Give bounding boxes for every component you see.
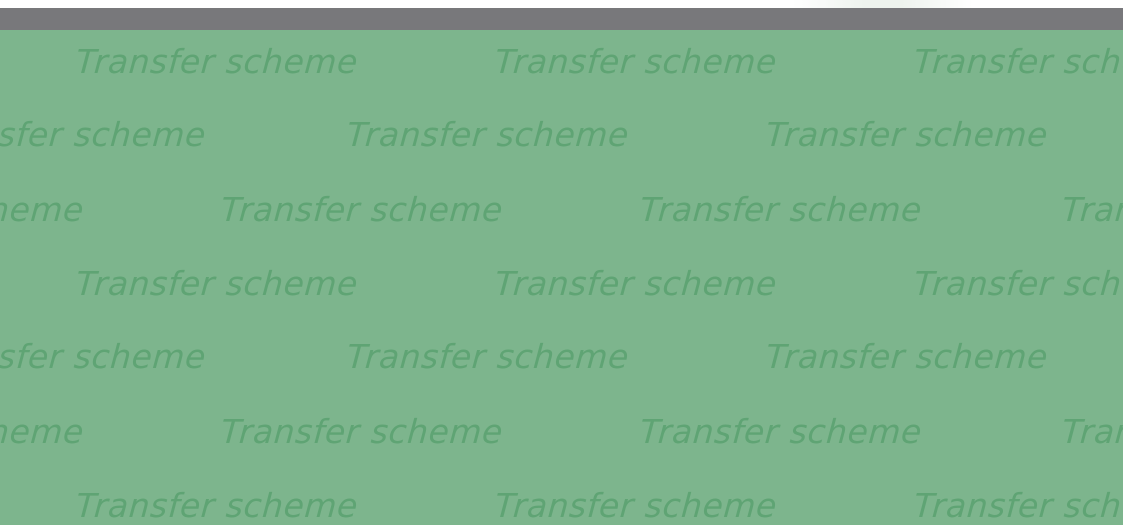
watermark-text: Transfer scheme [0, 337, 208, 376]
watermark-text: Transfer scheme [0, 115, 208, 154]
watermark-text: Transfer scheme [493, 486, 779, 525]
watermark-text: Transfer scheme [638, 190, 924, 229]
top-highlight [793, 0, 973, 8]
watermark-text: Transfer scheme [764, 337, 1050, 376]
watermark-text: Transfer scheme [74, 486, 360, 525]
watermark-text: Transfer scheme [74, 264, 360, 303]
watermark-text: Transfer scheme [0, 412, 86, 451]
watermark-text: Transfer scheme [345, 337, 631, 376]
watermark-text: Transfer scheme [345, 115, 631, 154]
watermark-text: Transfer scheme [1060, 190, 1123, 229]
watermark-text: Transfer scheme [1060, 412, 1123, 451]
watermark-text: Transfer scheme [219, 412, 505, 451]
watermark-text: Transfer scheme [493, 264, 779, 303]
top-grey-bar [0, 8, 1123, 30]
watermark-text: Transfer scheme [74, 42, 360, 81]
watermark-text: Transfer scheme [638, 412, 924, 451]
watermark-text: Transfer scheme [912, 264, 1123, 303]
watermark-text: Transfer scheme [912, 42, 1123, 81]
watermark-text: Transfer scheme [0, 190, 86, 229]
screen: Transfer scheme Transfer scheme Transfer… [0, 0, 1123, 525]
watermark-text: Transfer scheme [493, 42, 779, 81]
top-band [0, 0, 1123, 8]
watermark-text: Transfer scheme [219, 190, 505, 229]
watermark-panel: Transfer scheme Transfer scheme Transfer… [0, 30, 1123, 525]
watermark-text: Transfer scheme [764, 115, 1050, 154]
watermark-text: Transfer scheme [912, 486, 1123, 525]
